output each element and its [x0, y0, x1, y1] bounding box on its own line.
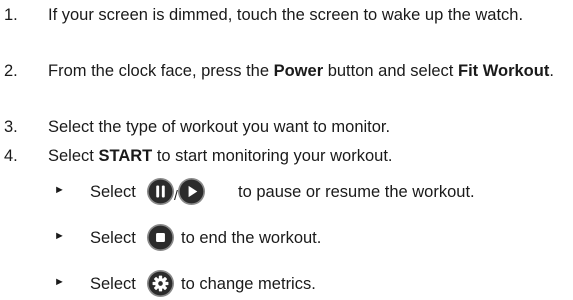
- substep-pause-resume: ► Select / to pause or resume the workou…: [0, 176, 573, 206]
- step-text-part: From the clock face, press the: [48, 62, 274, 80]
- substep-end-workout: ► Select to end the workout.: [0, 222, 573, 252]
- instruction-document: 1. If your screen is dimmed, touch the s…: [0, 0, 573, 300]
- step-text: Select the type of workout you want to m…: [48, 117, 566, 138]
- step-number: 1.: [4, 6, 18, 24]
- substep-icons: /: [146, 176, 206, 206]
- step-text-content: Select the type of workout you want to m…: [48, 118, 391, 136]
- play-icon: [177, 177, 205, 205]
- settings-gear-icon: [146, 269, 175, 297]
- step-text-part: to start monitoring your workout.: [152, 147, 393, 165]
- substep-description: to pause or resume the workout.: [238, 183, 475, 201]
- step-number: 2.: [4, 62, 18, 80]
- substep-select-word: Select: [90, 229, 136, 247]
- substep-description: to end the workout.: [181, 229, 322, 247]
- step-text: Select START to start monitoring your wo…: [48, 146, 566, 167]
- stop-icon: [146, 223, 175, 251]
- substep-select-word: Select: [90, 275, 136, 293]
- bullet-arrow: ►: [54, 230, 65, 242]
- step-text-part: button and select: [323, 62, 458, 80]
- substep-icons: [146, 222, 175, 252]
- power-button-term: Power: [273, 62, 324, 80]
- step-text-content: If your screen is dimmed, touch the scre…: [48, 6, 524, 24]
- substep-icons: [146, 268, 175, 298]
- bullet-arrow: ►: [54, 276, 65, 288]
- step-text-part: Select: [48, 147, 99, 165]
- substep-select-word: Select: [90, 183, 136, 201]
- start-term: START: [98, 147, 153, 165]
- substep-change-metrics: ► Select to change metrics.: [0, 268, 573, 298]
- step-text: If your screen is dimmed, touch the scre…: [48, 5, 566, 26]
- step-text-part: .: [549, 62, 554, 80]
- step-text: From the clock face, press the Power but…: [48, 61, 566, 82]
- step-number: 4.: [4, 147, 18, 165]
- pause-icon: [146, 177, 175, 205]
- substep-description: to change metrics.: [181, 275, 316, 293]
- fit-workout-term: Fit Workout: [457, 62, 550, 80]
- step-number: 3.: [4, 118, 18, 136]
- bullet-arrow: ►: [54, 184, 65, 196]
